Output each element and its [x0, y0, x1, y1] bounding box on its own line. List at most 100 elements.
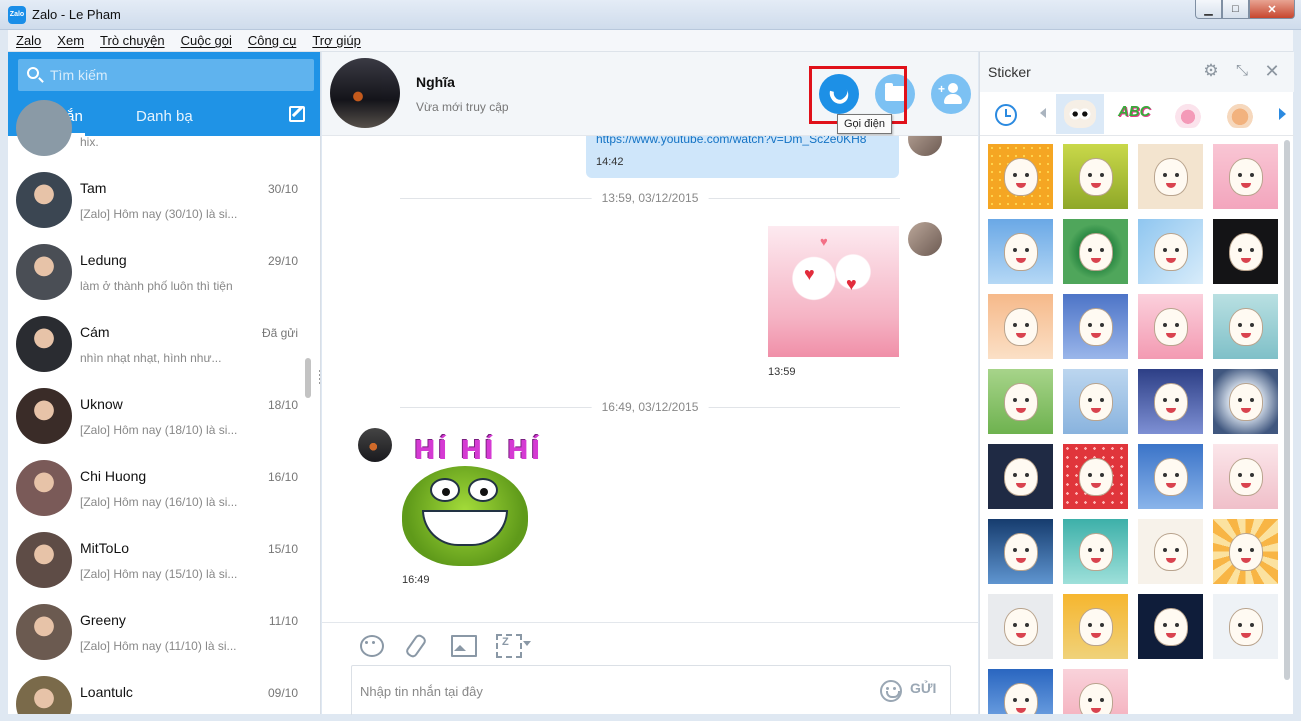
sticker[interactable]	[1063, 294, 1128, 359]
sticker-face	[1079, 683, 1113, 714]
sticker[interactable]	[1138, 519, 1203, 584]
sticker[interactable]	[988, 294, 1053, 359]
capture-glyph: Z	[502, 636, 509, 648]
conversation-name: Cám	[80, 324, 110, 340]
sticker-icon[interactable]	[358, 633, 384, 657]
eye-icon	[430, 478, 460, 502]
sticker[interactable]	[1138, 369, 1203, 434]
send-button[interactable]: GỬI	[910, 680, 936, 696]
sticker[interactable]	[1213, 369, 1278, 434]
menu-zalo[interactable]: Zalo	[8, 33, 49, 48]
minimize-button[interactable]: ▁	[1195, 0, 1222, 19]
sticker-face	[1004, 608, 1038, 646]
close-icon[interactable]: ✕	[1264, 62, 1280, 80]
sticker-face	[1004, 383, 1038, 421]
menu-tools[interactable]: Công cụ	[240, 33, 304, 48]
image-icon[interactable]	[450, 633, 477, 657]
sticker-scrollbar[interactable]	[1284, 140, 1290, 680]
sticker-face	[1229, 383, 1263, 421]
conversation-preview: [Zalo] Hôm nay (18/10) là si...	[80, 423, 238, 437]
message-link[interactable]: https://www.youtube.com/watch?v=Dm_Sc2e0…	[596, 136, 886, 146]
emoji-icon[interactable]	[880, 680, 902, 702]
message-time: 16:49	[402, 574, 430, 586]
sticker[interactable]	[1063, 444, 1128, 509]
list-item[interactable]: Uknow 18/10 [Zalo] Hôm nay (18/10) là si…	[8, 380, 308, 452]
list-item[interactable]: Ledung 29/10 làm ở thành phố luôn thì ti…	[8, 236, 308, 308]
close-button[interactable]: ✕	[1249, 0, 1295, 19]
contact-avatar-small[interactable]	[358, 428, 392, 462]
sticker[interactable]	[1138, 444, 1203, 509]
menu-help[interactable]: Trợ giúp	[304, 33, 369, 48]
sticker[interactable]	[1138, 144, 1203, 209]
collapse-icon[interactable]: ⤡	[1234, 63, 1250, 79]
list-item[interactable]: hix.	[8, 92, 308, 164]
sticker[interactable]	[1213, 444, 1278, 509]
tab-sticker-pack-1[interactable]	[1056, 94, 1104, 134]
sticker[interactable]	[988, 444, 1053, 509]
sticker-face	[1004, 533, 1038, 571]
sticker-pack-tabs: ABC	[980, 92, 1294, 136]
avatar	[16, 604, 72, 660]
gear-icon[interactable]: ⚙	[1203, 62, 1219, 79]
sticker[interactable]	[988, 669, 1053, 714]
message-time: 14:42	[596, 156, 624, 168]
list-item[interactable]: Greeny 11/10 [Zalo] Hôm nay (11/10) là s…	[8, 596, 308, 668]
chevron-right-icon[interactable]	[1279, 108, 1286, 120]
tab-sticker-pack-3[interactable]	[1164, 94, 1212, 134]
sticker[interactable]	[988, 519, 1053, 584]
sticker-face	[1004, 683, 1038, 714]
chat-header: Nghĩa Vừa mới truy cập + Gọi điện	[322, 52, 978, 136]
menu-view[interactable]: Xem	[49, 33, 92, 48]
sticker[interactable]	[1063, 519, 1128, 584]
sticker-face	[1154, 608, 1188, 646]
list-item[interactable]: Loantulc 09/10	[8, 668, 308, 714]
list-item[interactable]: MitToLo 15/10 [Zalo] Hôm nay (15/10) là …	[8, 524, 308, 596]
sticker[interactable]	[1213, 519, 1278, 584]
sticker[interactable]	[988, 369, 1053, 434]
contact-avatar[interactable]	[330, 58, 400, 128]
sticker[interactable]	[1138, 219, 1203, 284]
sticker-face	[1079, 233, 1113, 271]
menu-calls[interactable]: Cuộc gọi	[173, 33, 240, 48]
attach-icon[interactable]	[404, 633, 428, 655]
sticker[interactable]	[988, 594, 1053, 659]
sticker[interactable]	[1213, 219, 1278, 284]
sticker-face	[1079, 608, 1113, 646]
list-item[interactable]: Cám Đã gửi nhìn nhạt nhạt, hình như...	[8, 308, 308, 380]
sticker[interactable]	[988, 219, 1053, 284]
chevron-left-icon[interactable]	[1040, 108, 1046, 118]
splitter-handle[interactable]	[319, 370, 320, 384]
list-item[interactable]: Tam 30/10 [Zalo] Hôm nay (30/10) là si..…	[8, 164, 308, 236]
conversation-name: Tam	[80, 180, 107, 196]
sidebar-scrollbar[interactable]	[305, 358, 311, 398]
screenshot-icon[interactable]: Z	[496, 633, 531, 658]
tab-sticker-pack-4[interactable]	[1216, 94, 1264, 134]
sticker[interactable]	[1213, 144, 1278, 209]
sticker-panel: Sticker ⚙ ⤡ ✕ ABC	[979, 52, 1294, 714]
sticker[interactable]	[1213, 294, 1278, 359]
sticker[interactable]	[1138, 594, 1203, 659]
message-input[interactable]	[360, 680, 860, 702]
menu-chat[interactable]: Trò chuyện	[92, 33, 173, 48]
conversation-sidebar: Tin nhắn Danh bạ hix. Tam 30/10 [Zalo] H…	[8, 52, 321, 714]
tab-recent-stickers[interactable]	[982, 94, 1030, 134]
sticker-face	[1154, 158, 1188, 196]
add-member-button[interactable]: +	[931, 74, 971, 114]
sticker[interactable]	[988, 144, 1053, 209]
sticker[interactable]	[1063, 369, 1128, 434]
sticker[interactable]	[1063, 219, 1128, 284]
list-item[interactable]: Chi Huong 16/10 [Zalo] Hôm nay (16/10) l…	[8, 452, 308, 524]
conversation-date: Đã gửi	[261, 326, 298, 340]
call-tooltip: Gọi điện	[837, 114, 892, 134]
tab-sticker-pack-2[interactable]: ABC	[1112, 94, 1160, 134]
sticker[interactable]	[1213, 594, 1278, 659]
sticker[interactable]	[1063, 594, 1128, 659]
avatar	[16, 172, 72, 228]
monster-sticker[interactable]	[402, 466, 528, 566]
sticker[interactable]	[1138, 294, 1203, 359]
maximize-button[interactable]: □	[1222, 0, 1249, 19]
search-input[interactable]	[50, 59, 310, 91]
sticker[interactable]	[1063, 669, 1128, 714]
heart-sticker[interactable]: ♥ ♥ ♥	[768, 226, 899, 357]
sticker[interactable]	[1063, 144, 1128, 209]
